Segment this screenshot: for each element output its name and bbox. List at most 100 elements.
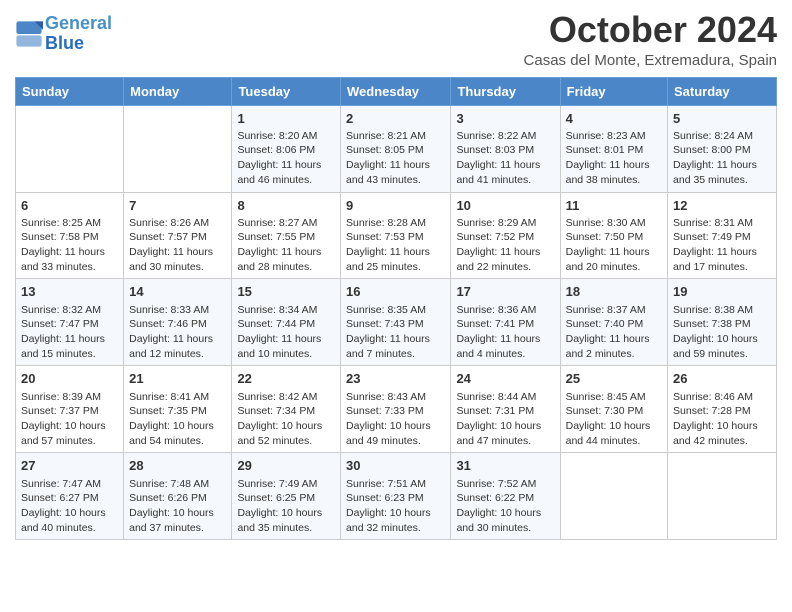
day-info: Sunrise: 7:51 AM [346, 477, 445, 492]
day-number: 16 [346, 283, 445, 301]
day-info: Sunrise: 8:42 AM [237, 390, 335, 405]
header-row: SundayMondayTuesdayWednesdayThursdayFrid… [16, 77, 777, 105]
day-info: Sunrise: 7:48 AM [129, 477, 226, 492]
calendar-cell: 19Sunrise: 8:38 AMSunset: 7:38 PMDayligh… [668, 279, 777, 366]
day-info: Daylight: 11 hours and 17 minutes. [673, 245, 771, 274]
header: GeneralBlue October 2024 Casas del Monte… [15, 10, 777, 69]
day-info: Sunset: 7:46 PM [129, 317, 226, 332]
title-block: October 2024 Casas del Monte, Extremadur… [524, 10, 777, 69]
day-info: Sunset: 7:33 PM [346, 404, 445, 419]
day-info: Sunset: 6:22 PM [456, 491, 554, 506]
day-number: 1 [237, 110, 335, 128]
day-info: Sunset: 7:30 PM [566, 404, 662, 419]
calendar-cell: 29Sunrise: 7:49 AMSunset: 6:25 PMDayligh… [232, 453, 341, 540]
day-info: Sunrise: 8:30 AM [566, 216, 662, 231]
day-info: Sunrise: 8:33 AM [129, 303, 226, 318]
logo: GeneralBlue [15, 10, 112, 54]
day-info: Daylight: 10 hours and 54 minutes. [129, 419, 226, 448]
day-info: Sunset: 7:41 PM [456, 317, 554, 332]
day-info: Daylight: 11 hours and 35 minutes. [673, 158, 771, 187]
day-info: Daylight: 11 hours and 10 minutes. [237, 332, 335, 361]
day-number: 13 [21, 283, 118, 301]
day-info: Sunrise: 8:41 AM [129, 390, 226, 405]
day-info: Daylight: 10 hours and 35 minutes. [237, 506, 335, 535]
calendar-cell: 2Sunrise: 8:21 AMSunset: 8:05 PMDaylight… [341, 105, 451, 192]
header-day-monday: Monday [124, 77, 232, 105]
day-info: Sunset: 8:06 PM [237, 143, 335, 158]
day-number: 21 [129, 370, 226, 388]
day-number: 2 [346, 110, 445, 128]
calendar-cell: 30Sunrise: 7:51 AMSunset: 6:23 PMDayligh… [341, 453, 451, 540]
day-info: Sunrise: 8:46 AM [673, 390, 771, 405]
calendar-cell: 3Sunrise: 8:22 AMSunset: 8:03 PMDaylight… [451, 105, 560, 192]
calendar-cell: 13Sunrise: 8:32 AMSunset: 7:47 PMDayligh… [16, 279, 124, 366]
day-number: 30 [346, 457, 445, 475]
day-info: Sunset: 7:34 PM [237, 404, 335, 419]
day-info: Daylight: 11 hours and 28 minutes. [237, 245, 335, 274]
day-info: Daylight: 11 hours and 15 minutes. [21, 332, 118, 361]
calendar-cell: 27Sunrise: 7:47 AMSunset: 6:27 PMDayligh… [16, 453, 124, 540]
day-info: Sunset: 6:26 PM [129, 491, 226, 506]
day-info: Sunset: 7:53 PM [346, 230, 445, 245]
day-info: Sunrise: 8:29 AM [456, 216, 554, 231]
day-number: 20 [21, 370, 118, 388]
day-info: Sunset: 7:55 PM [237, 230, 335, 245]
day-info: Daylight: 10 hours and 37 minutes. [129, 506, 226, 535]
day-info: Sunrise: 8:25 AM [21, 216, 118, 231]
calendar-cell: 8Sunrise: 8:27 AMSunset: 7:55 PMDaylight… [232, 192, 341, 279]
day-info: Sunrise: 8:31 AM [673, 216, 771, 231]
calendar-cell: 22Sunrise: 8:42 AMSunset: 7:34 PMDayligh… [232, 366, 341, 453]
day-info: Sunrise: 7:47 AM [21, 477, 118, 492]
day-info: Daylight: 11 hours and 43 minutes. [346, 158, 445, 187]
day-info: Daylight: 10 hours and 44 minutes. [566, 419, 662, 448]
day-number: 23 [346, 370, 445, 388]
day-info: Sunset: 7:28 PM [673, 404, 771, 419]
day-info: Sunrise: 8:43 AM [346, 390, 445, 405]
calendar-cell: 4Sunrise: 8:23 AMSunset: 8:01 PMDaylight… [560, 105, 667, 192]
day-info: Sunset: 7:52 PM [456, 230, 554, 245]
day-number: 31 [456, 457, 554, 475]
calendar-cell [16, 105, 124, 192]
day-info: Daylight: 11 hours and 25 minutes. [346, 245, 445, 274]
logo-text: GeneralBlue [45, 14, 112, 54]
calendar-cell: 1Sunrise: 8:20 AMSunset: 8:06 PMDaylight… [232, 105, 341, 192]
day-number: 14 [129, 283, 226, 301]
calendar-cell: 11Sunrise: 8:30 AMSunset: 7:50 PMDayligh… [560, 192, 667, 279]
day-info: Daylight: 11 hours and 46 minutes. [237, 158, 335, 187]
calendar-cell: 10Sunrise: 8:29 AMSunset: 7:52 PMDayligh… [451, 192, 560, 279]
day-info: Sunset: 8:00 PM [673, 143, 771, 158]
day-info: Daylight: 11 hours and 2 minutes. [566, 332, 662, 361]
day-info: Sunset: 7:58 PM [21, 230, 118, 245]
day-number: 18 [566, 283, 662, 301]
day-info: Sunrise: 7:52 AM [456, 477, 554, 492]
day-info: Daylight: 11 hours and 4 minutes. [456, 332, 554, 361]
header-day-sunday: Sunday [16, 77, 124, 105]
day-info: Sunset: 7:44 PM [237, 317, 335, 332]
day-number: 17 [456, 283, 554, 301]
day-info: Sunset: 7:50 PM [566, 230, 662, 245]
calendar-table: SundayMondayTuesdayWednesdayThursdayFrid… [15, 77, 777, 541]
day-info: Sunset: 7:49 PM [673, 230, 771, 245]
day-info: Daylight: 11 hours and 30 minutes. [129, 245, 226, 274]
calendar-cell: 18Sunrise: 8:37 AMSunset: 7:40 PMDayligh… [560, 279, 667, 366]
day-info: Sunset: 8:03 PM [456, 143, 554, 158]
day-number: 8 [237, 197, 335, 215]
month-title: October 2024 [524, 10, 777, 50]
calendar-cell: 28 Sunrise: 7:48 AMSunset: 6:26 PMDayligh… [124, 453, 232, 540]
header-day-saturday: Saturday [668, 77, 777, 105]
day-number: 3 [456, 110, 554, 128]
day-info: Sunrise: 8:22 AM [456, 129, 554, 144]
day-number: 28 [129, 457, 226, 475]
day-info: Sunrise: 8:20 AM [237, 129, 335, 144]
day-info: Sunset: 6:23 PM [346, 491, 445, 506]
day-info: Daylight: 11 hours and 12 minutes. [129, 332, 226, 361]
day-info: Daylight: 11 hours and 22 minutes. [456, 245, 554, 274]
day-info: Daylight: 10 hours and 42 minutes. [673, 419, 771, 448]
day-info: Sunset: 7:43 PM [346, 317, 445, 332]
day-number: 26 [673, 370, 771, 388]
day-info: Sunset: 7:47 PM [21, 317, 118, 332]
day-info: Sunrise: 8:44 AM [456, 390, 554, 405]
day-info: Sunrise: 8:23 AM [566, 129, 662, 144]
header-day-friday: Friday [560, 77, 667, 105]
day-number: 4 [566, 110, 662, 128]
